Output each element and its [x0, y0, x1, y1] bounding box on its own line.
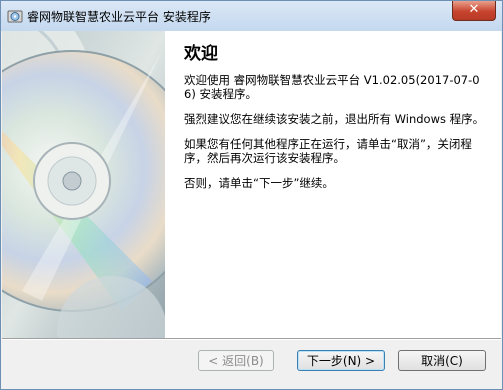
window-title: 睿网物联智慧农业云平台 安装程序	[27, 10, 211, 24]
next-button[interactable]: 下一步(N) >	[297, 350, 385, 371]
back-button[interactable]: < 返回(B)	[198, 350, 274, 371]
page-title: 欢迎	[184, 44, 218, 64]
installer-app-icon	[7, 10, 23, 23]
cd-disc-illustration	[2, 31, 165, 338]
cancel-instruction-paragraph: 如果您有任何其他程序正在运行，请单击“取消”，关闭程序，然后再次运行该安装程序。	[184, 137, 472, 165]
welcome-page: 欢迎 欢迎使用 睿网物联智慧农业云平台 V1.02.05(2017-07-06)…	[2, 31, 501, 338]
continue-instruction-paragraph: 否则，请单击“下一步”继续。	[184, 176, 334, 190]
footer-divider-highlight	[2, 339, 501, 340]
close-icon: ✕	[468, 2, 480, 17]
welcome-paragraph: 欢迎使用 睿网物联智慧农业云平台 V1.02.05(2017-07-06) 安装…	[184, 73, 480, 101]
close-programs-paragraph: 强烈建议您在继续该安装之前，退出所有 Windows 程序。	[184, 112, 485, 126]
installer-window: 睿网物联智慧农业云平台 安装程序 ✕ 欢迎 欢迎使用 睿网物联智慧农业云平台 V…	[0, 0, 503, 390]
close-button[interactable]: ✕	[452, 1, 496, 21]
welcome-text-pane: 欢迎 欢迎使用 睿网物联智慧农业云平台 V1.02.05(2017-07-06)…	[184, 39, 490, 201]
title-bar[interactable]: 睿网物联智慧农业云平台 安装程序 ✕	[1, 1, 502, 31]
cancel-button[interactable]: 取消(C)	[398, 350, 486, 371]
